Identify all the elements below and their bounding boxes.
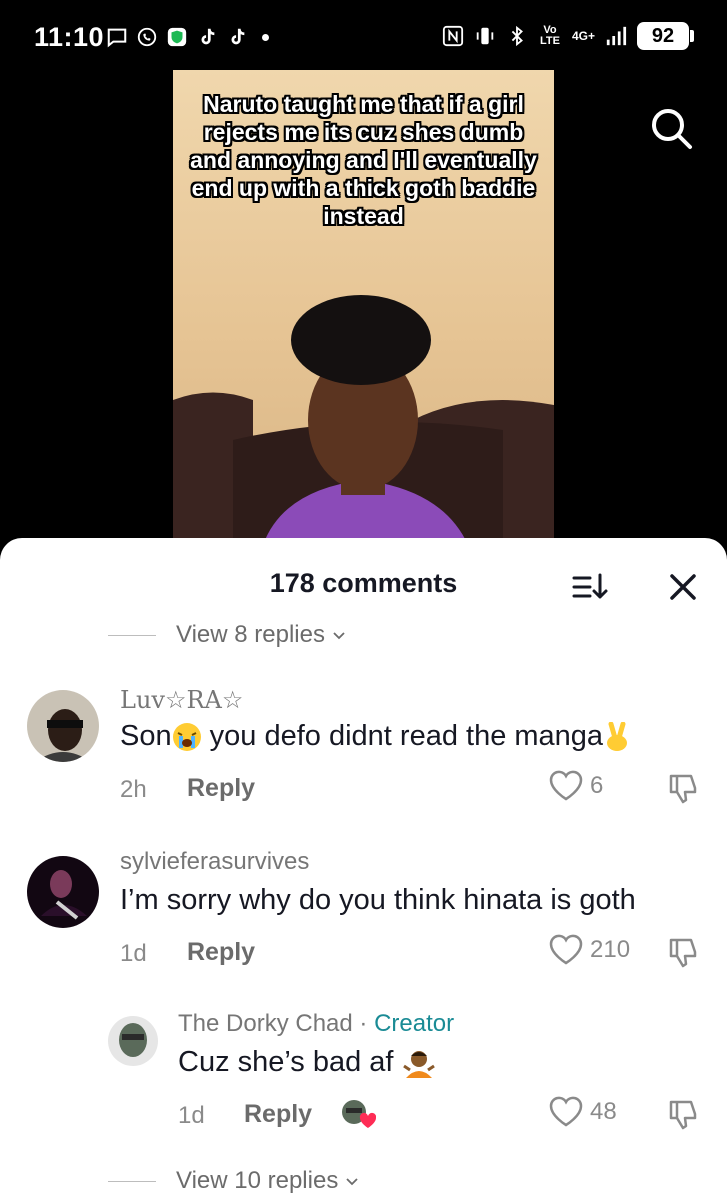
tiktok-icon [231, 28, 245, 45]
comments-sheet: 178 comments View 8 replies Luv☆RA☆ Son … [0, 538, 727, 1200]
comment-time: 1d [120, 940, 147, 967]
chevron-down-icon [346, 1178, 358, 1186]
avatar[interactable] [108, 1016, 158, 1066]
like-count: 210 [590, 936, 631, 963]
tiktok-icon [201, 28, 215, 45]
comments-header: 178 comments [0, 538, 727, 628]
creator-badge: Creator [374, 1010, 455, 1037]
nfc-icon [442, 25, 464, 47]
heart-icon [549, 934, 583, 965]
like-button[interactable]: 210 [548, 934, 630, 966]
comment-text-part: Son [120, 720, 172, 752]
video-caption: Naruto taught me that if a girl rejects … [190, 91, 537, 229]
comment-time: 1d [178, 1102, 205, 1129]
search-icon[interactable] [647, 104, 695, 152]
heart-icon [549, 1096, 583, 1127]
comment-text-part: Cuz she’s bad af [178, 1046, 402, 1078]
chevron-down-icon [333, 632, 345, 640]
comments-count: 178 comments [269, 568, 458, 598]
whatsapp-icon [137, 27, 157, 47]
signal-icon [606, 26, 627, 46]
view-replies-button[interactable]: View 8 replies [108, 620, 347, 650]
like-count: 6 [590, 772, 604, 799]
view-replies-button[interactable]: View 10 replies [108, 1164, 360, 1198]
notification-icons [106, 26, 269, 48]
status-bar: 11:10 Vo LTE 4G+ 92 [0, 0, 727, 70]
comment-item: sylvieferasurvives I’m sorry why do you … [0, 848, 727, 978]
reply-button[interactable]: Reply [187, 774, 255, 803]
comment-time: 2h [120, 776, 147, 803]
network-type: 4G+ [571, 29, 595, 43]
volte-indicator: Vo LTE [540, 24, 560, 47]
avatar[interactable] [27, 856, 99, 928]
crying-face-icon [172, 723, 201, 752]
dislike-icon[interactable] [666, 772, 700, 806]
video-player[interactable]: Naruto taught me that if a girl rejects … [173, 70, 554, 545]
comment-text: Cuz she’s bad af [178, 1046, 436, 1080]
reply-button[interactable]: Reply [244, 1100, 312, 1129]
comment-username[interactable]: sylvieferasurvives [120, 848, 309, 876]
person-shrugging-icon [402, 1051, 435, 1079]
creator-liked-icon [342, 1100, 376, 1128]
status-time: 11:10 [34, 22, 105, 52]
view-replies-label: View 10 replies [176, 1167, 339, 1194]
heart-icon [549, 770, 583, 801]
comment-username[interactable]: The Dorky Chad · Creator [178, 1010, 454, 1038]
comment-item: Luv☆RA☆ Son you defo didnt read the mang… [0, 686, 727, 816]
dislike-icon[interactable] [666, 1098, 700, 1132]
system-icons: Vo LTE 4G+ 92 [442, 22, 694, 50]
comment-username[interactable]: Luv☆RA☆ [120, 686, 243, 714]
reply-divider [108, 634, 156, 636]
vibrate-icon [476, 27, 494, 45]
comment-text: Son you defo didnt read the manga [120, 720, 631, 753]
more-notifications-dot [262, 33, 269, 41]
creator-name: The Dorky Chad [178, 1010, 353, 1037]
like-button[interactable]: 48 [548, 1096, 617, 1128]
battery-indicator: 92 [637, 22, 694, 50]
victory-hand-icon [607, 722, 628, 752]
view-replies-label: View 8 replies [176, 621, 325, 648]
reply-divider [108, 1180, 156, 1182]
comment-text-part: you defo didnt read the manga [201, 720, 604, 752]
shield-icon [167, 27, 187, 47]
bluetooth-icon [511, 25, 523, 47]
username-separator: · [352, 1010, 375, 1037]
avatar[interactable] [27, 690, 99, 762]
comment-reply-item: The Dorky Chad · Creator Cuz she’s bad a… [0, 1010, 727, 1140]
close-icon[interactable] [664, 568, 702, 606]
message-icon [107, 28, 127, 48]
dislike-icon[interactable] [666, 936, 700, 970]
like-count: 48 [590, 1098, 617, 1125]
comment-text: I’m sorry why do you think hinata is got… [120, 884, 636, 916]
sort-icon[interactable] [570, 570, 610, 604]
like-button[interactable]: 6 [548, 770, 603, 802]
reply-button[interactable]: Reply [187, 938, 255, 967]
